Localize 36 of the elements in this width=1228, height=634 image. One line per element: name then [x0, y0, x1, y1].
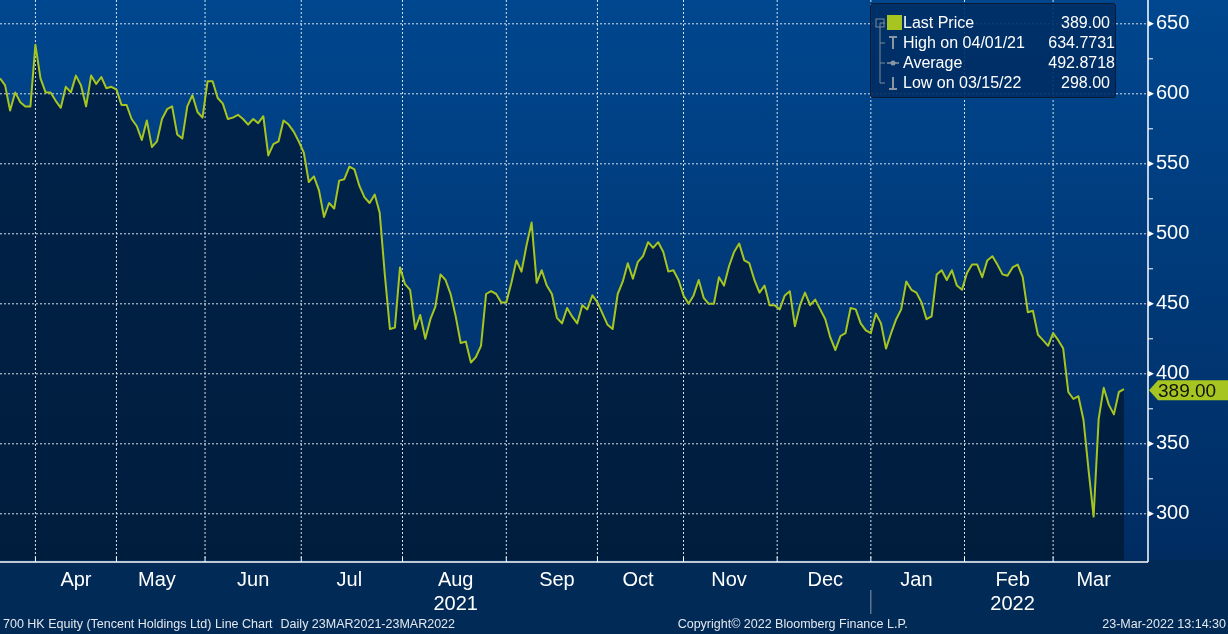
axis-label: 550 [1156, 150, 1190, 173]
legend-value: 492.8718 [1048, 54, 1115, 72]
legend-marker-icon [875, 13, 903, 33]
legend-label: Low on 03/15/22 [903, 74, 1023, 92]
year-label: 2022 [990, 592, 1035, 614]
chart-title: 700 HK Equity (Tencent Holdings Ltd) Line Chart [3, 617, 273, 631]
year-label: 2021 [433, 592, 478, 614]
axis-label: 450 [1156, 290, 1190, 313]
axis-label: Sep [539, 568, 575, 590]
axis-label: Jul [336, 568, 363, 590]
axis-label: Mar [1076, 568, 1111, 590]
axis-label: Nov [711, 568, 747, 590]
copyright-text: Copyright© 2022 Bloomberg Finance L.P. [676, 617, 909, 631]
axis-label: Jun [237, 568, 270, 590]
legend-value: 634.7731 [1048, 34, 1115, 52]
axis-label: Oct [622, 568, 654, 590]
axis-label: Apr [60, 568, 92, 590]
axis-label: Dec [807, 568, 844, 590]
axis-label: 350 [1156, 430, 1190, 453]
legend-value: 389.00 [1061, 14, 1110, 32]
axis-label: 300 [1156, 500, 1190, 523]
timestamp: 23-Mar-2022 13:14:30 [1102, 617, 1226, 631]
axis-label: 500 [1156, 220, 1190, 243]
date-range: Daily 23MAR2021-23MAR2022 [280, 617, 455, 631]
legend-label: Last Price [903, 14, 976, 32]
axis-label: Jan [900, 568, 933, 590]
legend-label: High on 04/01/21 [903, 34, 1026, 52]
legend-value: 298.00 [1061, 74, 1110, 92]
axis-label: 600 [1156, 80, 1190, 103]
legend-label: Average [903, 54, 964, 72]
price-tag: 389.00 [1149, 380, 1228, 402]
axis-label: 400 [1156, 360, 1190, 383]
axis-label: Feb [995, 568, 1030, 590]
axis-label: Aug [437, 568, 474, 590]
axis-label: May [138, 568, 176, 590]
axis-label: 650 [1156, 10, 1190, 33]
